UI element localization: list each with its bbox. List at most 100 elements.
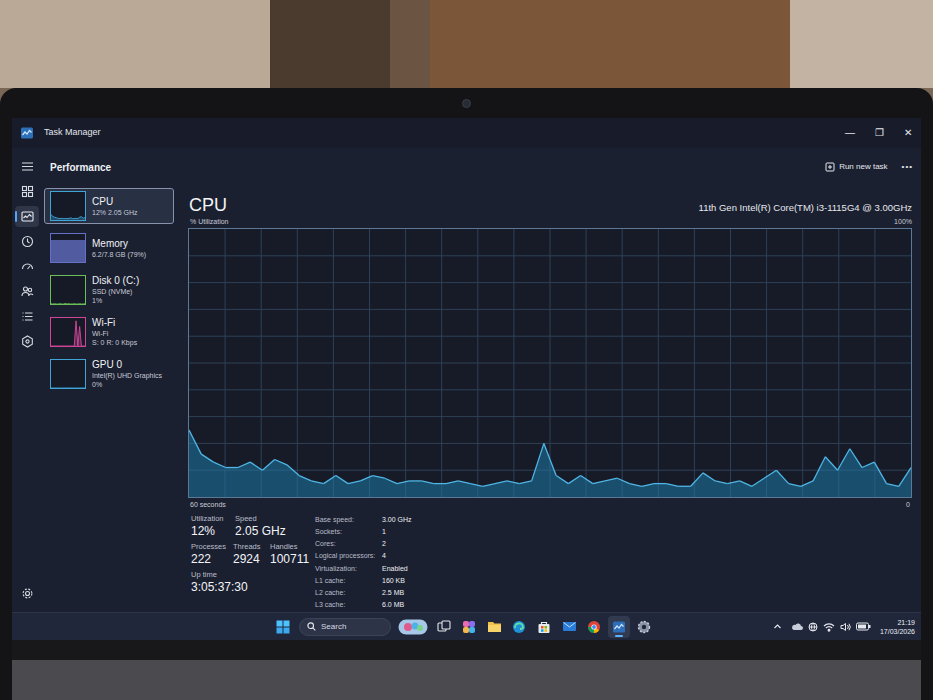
users-nav-item[interactable] [15,281,39,302]
spec-label: L1 cache: [315,576,382,588]
stat-cell: Handles100711 [270,542,314,567]
edge-taskbar-button[interactable] [508,616,530,638]
stat-cell: Threads2924 [233,542,270,567]
settings-nav-item[interactable] [15,583,39,604]
resource-item[interactable]: GPU 0Intel(R) UHD Graphics0% [44,356,174,392]
spec-label: Virtualization: [315,564,382,576]
run-new-task-button[interactable]: Run new task [825,161,887,173]
grid-line [189,336,911,337]
performance-nav-item[interactable] [15,206,39,227]
cpu-line-segment [348,481,360,484]
cpu-line-segment [752,478,764,486]
thumbnail-graph-holder [51,192,85,220]
stat-label: Threads [233,542,270,552]
store-taskbar-button[interactable] [533,616,555,638]
explorer-taskbar-button[interactable] [483,616,505,638]
search-highlight-taskbar-button[interactable] [396,616,430,638]
laptop-lid: Task Manager —❐✕ PerformanceRun new task… [0,88,933,700]
nav-rail [12,148,42,612]
wifi-icon[interactable] [823,622,835,632]
spec-label: Sockets: [315,527,382,539]
taskmanager-taskbar-button[interactable] [608,616,630,638]
cpu-line-segment [715,481,727,484]
mail-icon [562,620,577,633]
window-control-button[interactable]: ✕ [901,126,915,140]
start-taskbar-button[interactable] [272,616,294,638]
processes-nav-item[interactable] [15,181,39,202]
stat-value: 3:05:37:30 [191,580,271,595]
search-highlight-icon [398,619,428,635]
settings-taskbar-button[interactable] [633,616,655,638]
taskmanager-icon [612,620,626,634]
system-tray: 21:1917/03/2026 [655,618,921,636]
stat-label: Speed [235,514,277,524]
room-background [0,0,933,88]
startup-nav-item[interactable] [15,256,39,277]
cpu-title: CPU [188,194,227,216]
network-icon[interactable] [808,622,818,632]
explorer-icon [487,620,502,633]
edge-icon [512,620,526,634]
resource-item[interactable]: Disk 0 (C:)SSD (NVMe)1% [44,272,174,308]
taskbar-apps: Search [272,616,655,638]
window-control-button[interactable]: ❐ [872,126,887,140]
cpu-line-segment [336,476,348,484]
details-nav-item[interactable] [15,306,39,327]
app-history-nav-item[interactable] [15,231,39,252]
screen: Task Manager —❐✕ PerformanceRun new task… [12,118,921,640]
spec-value: 2 [382,539,412,551]
resource-name: Disk 0 (C:) [92,275,139,287]
onedrive-icon[interactable] [791,622,803,631]
photo-scene: Task Manager —❐✕ PerformanceRun new task… [0,0,933,700]
spec-value: 4 [382,551,412,563]
app-body: PerformanceRun new task••• CPU12% 2.05 G… [12,148,921,612]
header-actions: Run new task ••• [825,161,913,173]
cpu-line-segment [519,481,531,484]
resource-text: CPU12% 2.05 GHz [92,196,138,217]
cpu-line-segment [630,484,642,487]
cpu-line-segment [874,462,886,483]
spec-value: 2.5 MB [382,588,412,600]
search-box[interactable]: Search [299,618,391,636]
start-icon [276,620,290,634]
clock[interactable]: 21:1917/03/2026 [880,618,915,636]
resource-item[interactable]: Wi-FiWi-FiS: 0 R: 0 Kbps [44,314,174,350]
cpu-area [189,430,911,497]
resource-item[interactable]: CPU12% 2.05 GHz [44,188,174,224]
x-axis-labels: 60 seconds0 [188,498,912,512]
copilot-taskbar-button[interactable] [458,616,480,638]
webcam-icon [462,99,471,108]
taskview-taskbar-button[interactable] [433,616,455,638]
cpu-line-segment [544,443,556,475]
chrome-taskbar-button[interactable] [583,616,605,638]
chevron-icon[interactable] [773,622,782,631]
cpu-line-segment [360,476,372,481]
cpu-line-segment [617,478,629,483]
stats-row: Up time3:05:37:30 [191,570,315,595]
grid-line [189,309,911,310]
cpu-line-segment [275,459,287,464]
cpu-line-segment [568,476,580,484]
cpu-line-segment [678,486,690,487]
resource-thumbnail [50,317,86,347]
cpu-line-segment [691,473,703,486]
volume-icon[interactable] [840,622,851,632]
resource-thumbnail [50,275,86,305]
services-nav-item[interactable] [15,331,39,352]
spec-label: Cores: [315,539,382,551]
window-control-button[interactable]: — [842,126,858,140]
battery-icon[interactable] [856,622,871,631]
wall [0,0,270,88]
thumbnail-graph [51,318,85,346]
mail-taskbar-button[interactable] [558,616,580,638]
cpu-line-segment [385,478,397,483]
taskview-icon [437,620,451,634]
menu-nav-item[interactable] [15,156,39,177]
thumbnail-graph [51,192,85,220]
resource-text: Memory6.2/7.8 GB (79%) [92,238,146,259]
cpu-line-segment [838,449,850,470]
resource-thumbnail [50,359,86,389]
task-manager-app-icon [20,126,34,140]
more-button[interactable]: ••• [902,161,913,173]
resource-item[interactable]: Memory6.2/7.8 GB (79%) [44,230,174,266]
